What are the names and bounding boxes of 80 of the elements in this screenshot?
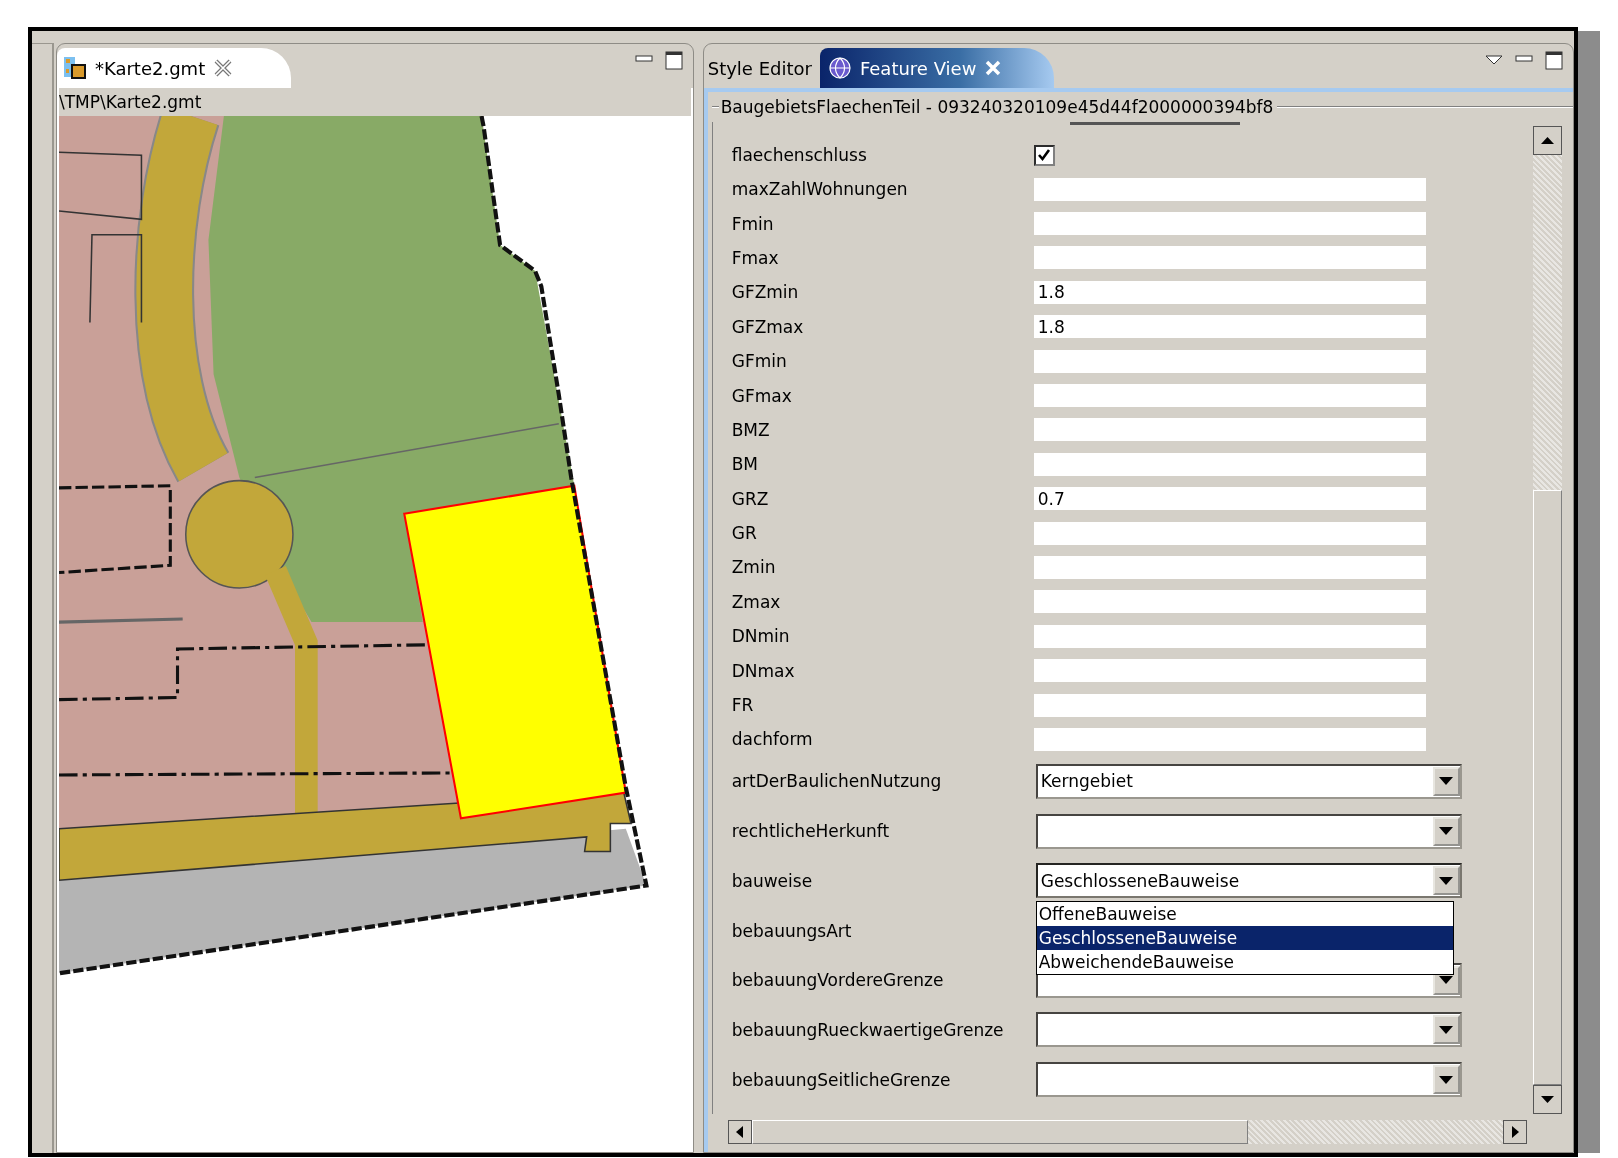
scroll-thumb[interactable] <box>1533 489 1562 1085</box>
field-label: dachform <box>731 729 814 750</box>
input-field[interactable] <box>1033 624 1426 648</box>
field-label: BMZ <box>731 419 771 440</box>
dropdown-field[interactable] <box>1035 1012 1462 1048</box>
field-label: GFmin <box>731 351 788 372</box>
field-label: FR <box>731 695 755 716</box>
dropdown-field[interactable]: GeschlosseneBauweise <box>1035 863 1462 899</box>
field-label: bebauungSeitlicheGrenze <box>731 1069 952 1090</box>
field-label: Fmin <box>731 213 775 234</box>
dropdown-option[interactable]: AbweichendeBauweise <box>1036 950 1453 975</box>
field-label: bebauungRueckwaertigeGrenze <box>731 1019 1005 1040</box>
field-label: maxZahlWohnungen <box>731 179 909 200</box>
field-label: DNmin <box>731 626 791 647</box>
input-field[interactable] <box>1033 590 1426 614</box>
check-icon <box>1037 148 1052 162</box>
scroll-up-icon[interactable] <box>1533 126 1562 155</box>
scroll-thumb[interactable] <box>751 1120 1248 1144</box>
field-label: bebauungsArt <box>731 920 853 941</box>
caret-icon <box>1439 1075 1454 1084</box>
dropdown-option[interactable]: GeschlosseneBauweise <box>1036 926 1453 951</box>
dropdown-button[interactable] <box>1432 1065 1460 1095</box>
input-field[interactable] <box>1033 693 1426 717</box>
input-field[interactable] <box>1033 418 1426 442</box>
input-field[interactable]: 0.7 <box>1033 487 1426 511</box>
dropdown-option[interactable]: OffeneBauweise <box>1036 902 1453 927</box>
scroll-left-icon[interactable] <box>727 1120 752 1144</box>
field-label: Fmax <box>731 247 780 268</box>
input-field[interactable] <box>1033 727 1426 751</box>
checkbox[interactable] <box>1033 144 1055 166</box>
view-tab[interactable]: Feature View <box>819 48 1055 88</box>
caret-icon <box>1439 827 1454 836</box>
vertical-scrollbar[interactable] <box>1533 126 1562 1114</box>
dropdown-button[interactable] <box>1432 816 1460 846</box>
field-label: Zmin <box>731 557 777 578</box>
field-label: GFZmin <box>731 282 800 303</box>
input-field[interactable] <box>1033 349 1426 373</box>
input-field[interactable] <box>1033 452 1426 476</box>
field-label: DNmax <box>731 660 796 681</box>
file-path: \TMP\Karte2.gmt <box>58 88 691 116</box>
map-file-icon <box>62 56 87 80</box>
scroll-right-icon[interactable] <box>1503 1120 1527 1144</box>
input-field[interactable] <box>1033 384 1426 408</box>
field-label: GFZmax <box>731 316 805 337</box>
field-label: GFmax <box>731 385 793 406</box>
field-label: bebauungVordereGrenze <box>731 970 945 991</box>
field-label: GR <box>731 523 758 544</box>
field-label: rechtlicheHerkunft <box>731 821 891 842</box>
input-field[interactable] <box>1033 521 1426 545</box>
input-field[interactable]: 1.8 <box>1033 280 1426 304</box>
scroll-down-icon[interactable] <box>1533 1085 1562 1114</box>
dropdown-button[interactable] <box>1432 866 1460 896</box>
field-label: GRZ <box>731 488 770 509</box>
input-field[interactable] <box>1033 177 1426 201</box>
caret-icon <box>1439 777 1454 786</box>
field-label: bauweise <box>731 870 814 891</box>
maximize-icon[interactable] <box>664 51 683 70</box>
input-field[interactable] <box>1033 212 1426 236</box>
input-field[interactable] <box>1033 556 1426 579</box>
caret-icon <box>1439 876 1454 885</box>
input-field[interactable]: 1.8 <box>1033 315 1426 339</box>
globe-icon <box>827 56 852 80</box>
maximize-icon[interactable] <box>1545 51 1563 70</box>
field-label: artDerBaulichenNutzung <box>731 771 943 792</box>
field-label: BM <box>731 454 760 475</box>
dropdown-field[interactable] <box>1035 1062 1462 1098</box>
field-label: Zmax <box>731 591 782 612</box>
dropdown-field[interactable]: Kerngebiet <box>1035 764 1462 799</box>
dropdown-field[interactable] <box>1035 813 1462 849</box>
group-title: BaugebietsFlaechenTeil - 093240320109e45d44f2000000394bf8 <box>719 97 1274 117</box>
dropdown-button[interactable] <box>1432 1015 1460 1045</box>
field-label: flaechenschluss <box>731 145 868 165</box>
close-icon[interactable] <box>213 58 234 78</box>
dropdown-button[interactable] <box>1432 767 1460 796</box>
caret-icon <box>1439 1025 1454 1034</box>
horizontal-scrollbar[interactable] <box>727 1120 1527 1144</box>
editor-tab[interactable]: *Karte2.gmt <box>56 48 292 88</box>
input-field[interactable] <box>1033 659 1426 683</box>
view-tab[interactable]: Style Editor <box>703 48 820 88</box>
input-field[interactable] <box>1033 246 1426 270</box>
